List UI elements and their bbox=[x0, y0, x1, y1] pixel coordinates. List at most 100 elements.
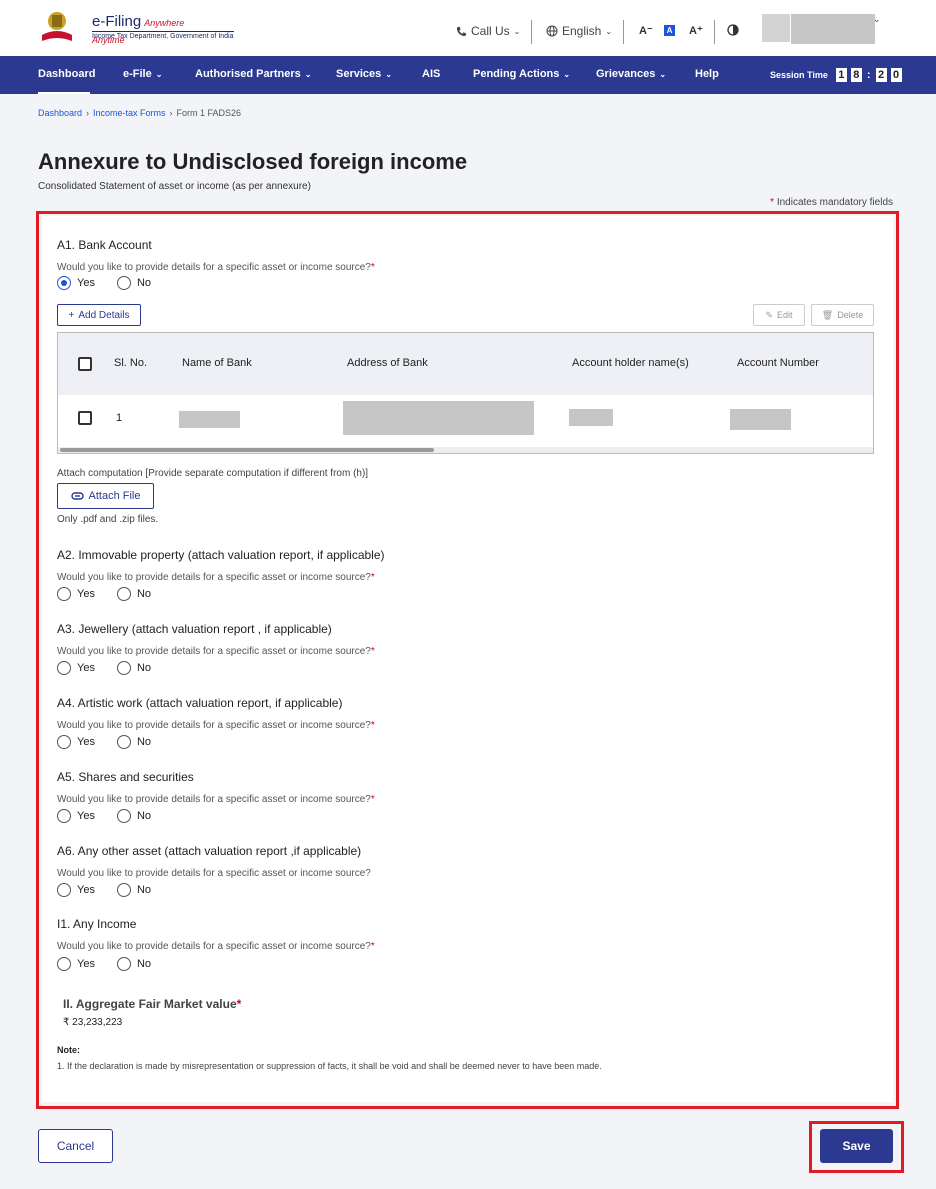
page-subtitle: Consolidated Statement of asset or incom… bbox=[38, 181, 311, 192]
radio-button[interactable] bbox=[116, 735, 131, 749]
aggregate-value: ₹ 23,233,223 bbox=[63, 1017, 123, 1028]
session-colon: : bbox=[866, 69, 871, 81]
main-nav: Dashboard e-File ⌄ Authorised Partners ⌄ S… bbox=[0, 56, 936, 94]
radio-button[interactable] bbox=[57, 809, 71, 823]
radio-button[interactable] bbox=[116, 587, 131, 601]
radio-no-a5[interactable]: No bbox=[116, 809, 151, 823]
note-text: 1. If the declaration is made by misrepr… bbox=[57, 1061, 602, 1071]
efiling-logo[interactable]: e-Filing Anywhere Anytime Income Tax Depa… bbox=[38, 9, 234, 47]
column-header: Name of Bank bbox=[182, 357, 252, 369]
radio-button[interactable] bbox=[57, 735, 71, 749]
language-label: English bbox=[562, 24, 602, 38]
radio-group-a5: Yes No bbox=[57, 809, 173, 823]
add-details-button[interactable]: + Add Details bbox=[57, 304, 141, 326]
section-question-a5: Would you like to provide details for a … bbox=[57, 794, 375, 805]
section-title-a2: A2. Immovable property (attach valuation… bbox=[57, 548, 385, 562]
radio-yes-a6[interactable]: Yes bbox=[57, 883, 95, 897]
select-all-checkbox[interactable] bbox=[78, 357, 92, 371]
radio-button[interactable] bbox=[116, 276, 131, 290]
delete-button[interactable]: 🗑 Delete bbox=[811, 304, 874, 326]
cancel-button[interactable]: Cancel bbox=[38, 1129, 113, 1163]
radio-button[interactable] bbox=[57, 276, 71, 290]
radio-yes-a5[interactable]: Yes bbox=[57, 809, 95, 823]
breadcrumb-dashboard[interactable]: Dashboard bbox=[38, 108, 82, 118]
nav-active-indicator bbox=[38, 92, 90, 94]
radio-yes-i1[interactable]: Yes bbox=[57, 957, 95, 971]
avatar[interactable] bbox=[762, 14, 790, 42]
radio-yes-a3[interactable]: Yes bbox=[57, 661, 95, 675]
radio-yes-a4[interactable]: Yes bbox=[57, 735, 95, 749]
cell-account-number-redacted bbox=[730, 409, 791, 430]
radio-button[interactable] bbox=[57, 883, 71, 897]
user-name-redacted[interactable] bbox=[791, 14, 875, 44]
section-title-a4: A4. Artistic work (attach valuation repo… bbox=[57, 696, 343, 710]
pencil-icon: ✎ bbox=[765, 309, 774, 320]
radio-button[interactable] bbox=[116, 883, 131, 897]
paperclip-icon bbox=[70, 492, 84, 500]
attach-file-button[interactable]: Attach File bbox=[57, 483, 154, 509]
radio-no-a6[interactable]: No bbox=[116, 883, 151, 897]
section-question-a2: Would you like to provide details for a … bbox=[57, 572, 375, 583]
radio-yes-a2[interactable]: Yes bbox=[57, 587, 95, 601]
session-timer: Session Time 1 8 : 2 0 bbox=[770, 68, 902, 82]
chevron-down-icon[interactable]: ⌄ bbox=[873, 14, 881, 25]
nav-grievances[interactable]: Grievances ⌄ bbox=[596, 68, 666, 80]
radio-no-a1[interactable]: No bbox=[116, 276, 151, 290]
section-question-a4: Would you like to provide details for a … bbox=[57, 720, 375, 731]
radio-button[interactable] bbox=[116, 957, 131, 971]
chevron-right-icon: › bbox=[169, 108, 173, 118]
session-digit: 8 bbox=[850, 68, 862, 82]
font-default-button[interactable]: A bbox=[664, 25, 675, 36]
phone-icon bbox=[456, 26, 467, 36]
section-title-a3: A3. Jewellery (attach valuation report ,… bbox=[57, 622, 332, 636]
column-header: Address of Bank bbox=[347, 357, 428, 369]
scrollbar-thumb[interactable] bbox=[60, 448, 434, 452]
font-increase-button[interactable]: A⁺ bbox=[689, 24, 703, 37]
cell-sl-no: 1 bbox=[116, 412, 123, 424]
call-us-dropdown[interactable]: Call Us ⌄ bbox=[456, 24, 520, 38]
session-label: Session Time bbox=[770, 70, 828, 80]
nav-pending-actions[interactable]: Pending Actions ⌄ bbox=[473, 68, 570, 80]
header-divider bbox=[531, 20, 532, 44]
section-question-a6: Would you like to provide details for a … bbox=[57, 868, 371, 879]
radio-no-a2[interactable]: No bbox=[116, 587, 151, 601]
contrast-icon[interactable] bbox=[727, 24, 739, 36]
nav-help[interactable]: Help bbox=[695, 68, 719, 80]
save-button[interactable]: Save bbox=[820, 1129, 893, 1163]
chevron-down-icon: ⌄ bbox=[659, 69, 667, 79]
breadcrumb-income-tax-forms[interactable]: Income-tax Forms bbox=[93, 108, 166, 118]
radio-button[interactable] bbox=[116, 809, 131, 823]
page-title: Annexure to Undisclosed foreign income bbox=[38, 149, 468, 174]
radio-no-a4[interactable]: No bbox=[116, 735, 151, 749]
nav-dashboard[interactable]: Dashboard bbox=[38, 68, 95, 80]
call-us-label: Call Us bbox=[471, 24, 510, 38]
radio-button[interactable] bbox=[116, 661, 131, 675]
radio-button[interactable] bbox=[57, 957, 71, 971]
radio-no-a3[interactable]: No bbox=[116, 661, 151, 675]
radio-button[interactable] bbox=[57, 661, 71, 675]
section-title-a6: A6. Any other asset (attach valuation re… bbox=[57, 844, 362, 858]
language-dropdown[interactable]: English ⌄ bbox=[546, 24, 612, 38]
nav-authorised-partners[interactable]: Authorised Partners ⌄ bbox=[195, 68, 311, 80]
radio-group-a6: Yes No bbox=[57, 883, 173, 897]
logo-subtitle: Income Tax Department, Government of Ind… bbox=[92, 31, 234, 40]
logo-title: e-Filing Anywhere Anytime bbox=[92, 13, 185, 45]
chevron-down-icon: ⌄ bbox=[513, 26, 521, 36]
nav-ais[interactable]: AIS bbox=[422, 68, 440, 80]
section-title-a5: A5. Shares and securities bbox=[57, 770, 194, 784]
globe-icon bbox=[546, 25, 558, 37]
nav-efile[interactable]: e-File ⌄ bbox=[123, 68, 162, 80]
radio-no-i1[interactable]: No bbox=[116, 957, 151, 971]
mandatory-note: * Indicates mandatory fields bbox=[770, 197, 893, 208]
session-digit: 0 bbox=[890, 68, 902, 82]
radio-group-a1: Yes No bbox=[57, 276, 173, 290]
radio-yes-a1[interactable]: Yes bbox=[57, 276, 95, 290]
section-title-i1: I1. Any Income bbox=[57, 917, 137, 931]
chevron-down-icon: ⌄ bbox=[155, 69, 163, 79]
edit-button[interactable]: ✎ Edit bbox=[753, 304, 805, 326]
horizontal-scrollbar[interactable] bbox=[58, 447, 873, 453]
nav-services[interactable]: Services ⌄ bbox=[336, 68, 392, 80]
radio-button[interactable] bbox=[57, 587, 71, 601]
font-decrease-button[interactable]: A⁻ bbox=[639, 24, 653, 37]
row-checkbox[interactable] bbox=[78, 411, 92, 425]
